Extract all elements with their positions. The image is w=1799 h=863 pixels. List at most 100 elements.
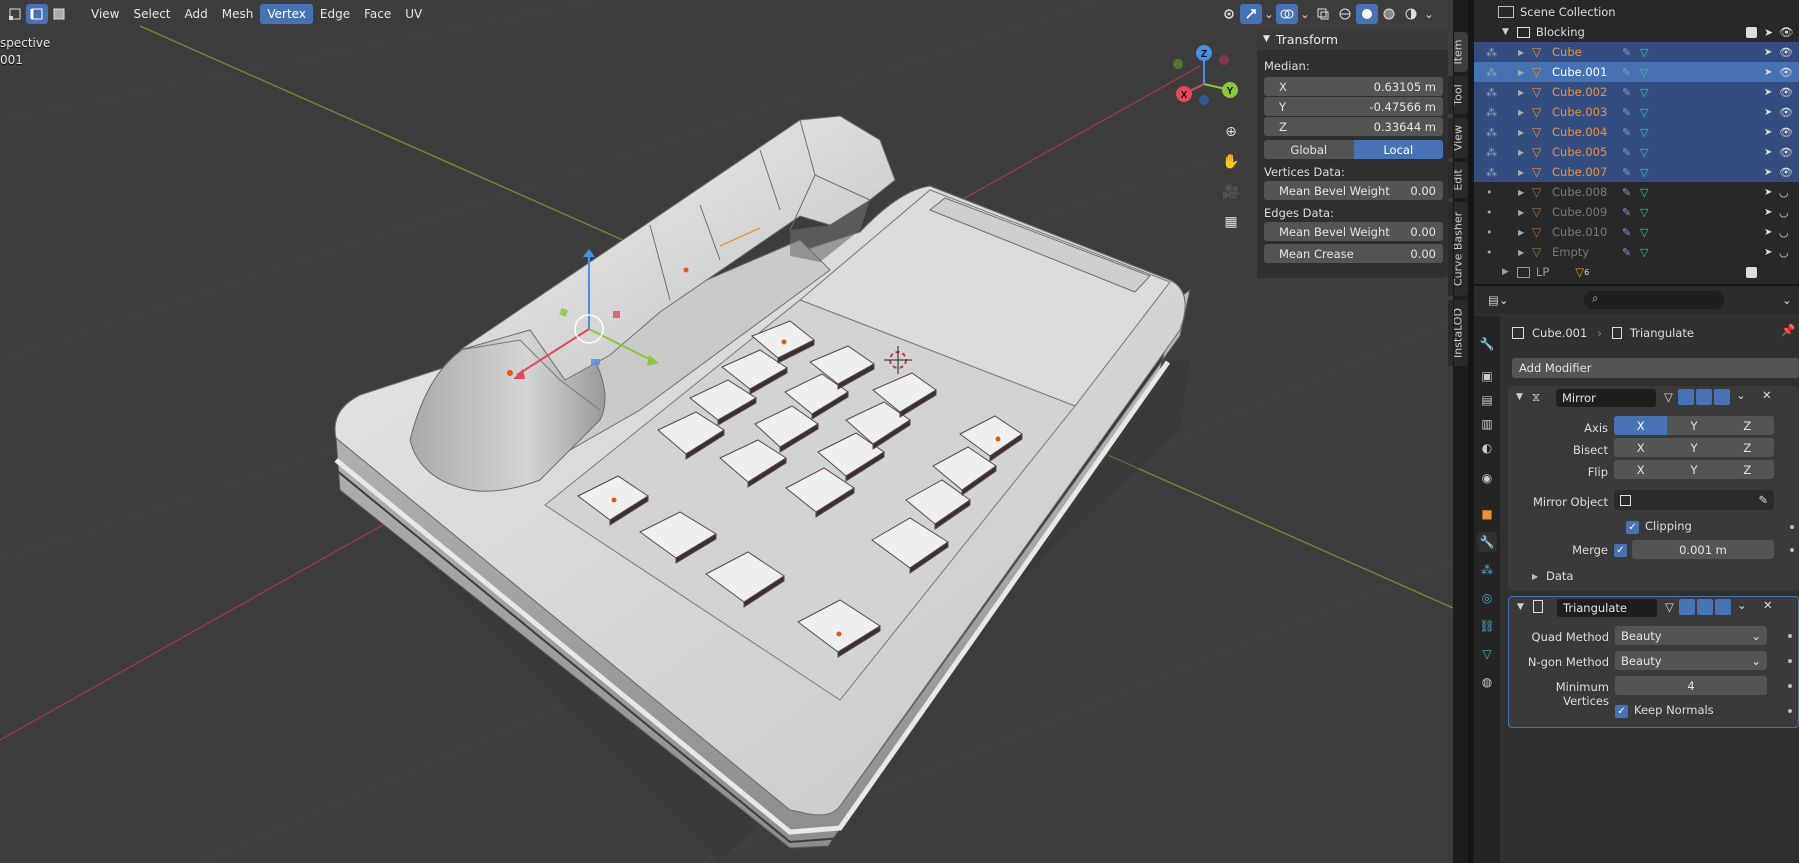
vertex-mean-bevel-weight-field[interactable]: Mean Bevel Weight 0.00 (1264, 181, 1443, 200)
area-divider[interactable] (1474, 284, 1799, 286)
material-icon[interactable]: ◍ (1477, 672, 1497, 692)
axis-x-toggle[interactable]: X (1614, 416, 1668, 435)
scene-icon[interactable]: ◐ (1477, 438, 1497, 458)
merge-checkbox[interactable]: ✓ (1614, 544, 1627, 557)
outliner-item[interactable]: ⁂ ▶ ▽ Cube ✎ ▽ ➤ 👁 (1474, 42, 1799, 62)
vertex-group-icon[interactable]: ⁂ (1486, 46, 1497, 59)
outliner-item[interactable]: ⁂ ▶ ▽ Cube.002 ✎ ▽ ➤ 👁 (1474, 82, 1799, 102)
vertex-group-icon[interactable]: ⁂ (1486, 106, 1497, 119)
gizmo-dropdown-icon[interactable]: ⌄ (1262, 4, 1276, 24)
physics-icon[interactable]: ◎ (1477, 588, 1497, 608)
outliner-item[interactable]: ⁂ ▶ ▽ Cube.003 ✎ ▽ ➤ 👁 (1474, 102, 1799, 122)
collection-lp-row[interactable]: ▶ LP ▽ 6 (1474, 262, 1799, 282)
median-z-field[interactable]: Z 0.33644 m (1264, 117, 1443, 136)
add-modifier-button[interactable]: Add Modifier (1512, 358, 1799, 378)
modifier-wrench-icon[interactable]: 🔧 (1477, 532, 1497, 552)
menu-edge[interactable]: Edge (313, 4, 357, 24)
quad-method-select[interactable]: Beauty ⌄ (1615, 626, 1767, 645)
visibility-eye-icon[interactable]: 👁 (1779, 86, 1793, 99)
menu-uv[interactable]: UV (398, 4, 429, 24)
mirror-object-field[interactable]: ✎ (1614, 490, 1774, 510)
object-icon[interactable]: ■ (1477, 504, 1497, 524)
zoom-icon[interactable]: ⊕ (1218, 119, 1244, 145)
vertex-group-icon[interactable]: • (1486, 186, 1493, 199)
outliner-item[interactable]: • ▶ ▽ Empty ✎ ▽ ➤ ◡ (1474, 242, 1799, 262)
triangulate-name-input[interactable]: Triangulate (1557, 599, 1657, 617)
median-y-field[interactable]: Y -0.47566 m (1264, 97, 1443, 116)
render-icon[interactable]: ▣ (1477, 366, 1497, 386)
rendered-shading-icon[interactable] (1400, 4, 1422, 24)
global-space-button[interactable]: Global (1264, 140, 1354, 159)
render-toggle-icon[interactable] (1714, 389, 1730, 405)
vertex-group-icon[interactable]: • (1486, 226, 1493, 239)
vertex-group-icon[interactable]: ⁂ (1486, 66, 1497, 79)
area-divider[interactable] (1453, 0, 1454, 863)
remove-modifier-icon[interactable]: ✕ (1763, 598, 1773, 612)
axis-z-toggle[interactable]: Z (1720, 416, 1774, 435)
modifier-menu-dropdown-icon[interactable]: ⌄ (1736, 388, 1746, 402)
edit-mode-cage-icon[interactable]: ▽ (1665, 600, 1674, 614)
collapse-arrow-icon[interactable]: ▼ (1516, 392, 1523, 402)
keyframe-dot[interactable] (1788, 709, 1792, 713)
keyframe-dot[interactable] (1790, 525, 1794, 529)
visibility-eye-icon[interactable]: 👁 (1779, 166, 1793, 179)
minimum-vertices-field[interactable]: 4 (1615, 676, 1767, 695)
edge-select-mode-icon[interactable] (26, 4, 48, 24)
keyframe-dot[interactable] (1788, 684, 1792, 688)
vertex-select-mode-icon[interactable] (4, 4, 26, 24)
tool-icon[interactable]: 🔧 (1477, 334, 1497, 354)
median-x-field[interactable]: X 0.63105 m (1264, 77, 1443, 96)
vertex-group-icon[interactable]: ⁂ (1486, 146, 1497, 159)
on-cage-toggle-icon[interactable] (1678, 389, 1694, 405)
keyframe-dot[interactable] (1790, 548, 1794, 552)
outliner-item[interactable]: • ▶ ▽ Cube.009 ✎ ▽ ➤ ◡ (1474, 202, 1799, 222)
edge-mean-crease-field[interactable]: Mean Crease 0.00 (1264, 244, 1443, 263)
bisect-y-toggle[interactable]: Y (1667, 438, 1721, 457)
vertex-group-icon[interactable]: ⁂ (1486, 86, 1497, 99)
vertex-group-icon[interactable]: • (1486, 206, 1493, 219)
object-data-icon[interactable]: ▽ (1477, 644, 1497, 664)
flip-y-toggle[interactable]: Y (1667, 460, 1721, 479)
pin-icon[interactable]: 📌 (1781, 323, 1795, 337)
material-shading-icon[interactable] (1378, 4, 1400, 24)
edge-mean-bevel-weight-field[interactable]: Mean Bevel Weight 0.00 (1264, 222, 1443, 241)
visibility-eye-icon[interactable]: 👁 (1779, 66, 1793, 79)
outliner-item[interactable]: ⁂ ▶ ▽ Cube.004 ✎ ▽ ➤ 👁 (1474, 122, 1799, 142)
expand-arrow-icon[interactable]: ▶ (1518, 248, 1524, 257)
select-arrow-icon[interactable]: ➤ (1764, 247, 1772, 258)
menu-mesh[interactable]: Mesh (215, 4, 261, 24)
tab-instalod[interactable]: InstaLOD (1448, 300, 1468, 366)
face-select-mode-icon[interactable] (48, 4, 70, 24)
expand-arrow-icon[interactable]: ▶ (1532, 572, 1538, 581)
properties-search-input[interactable]: ⌕ (1584, 291, 1724, 309)
particles-icon[interactable]: ⁂ (1477, 560, 1497, 580)
3d-viewport[interactable]: Z Y X spective 001 View Select Add Mesh … (0, 0, 1453, 863)
edit-mode-cage-icon[interactable]: ▽ (1664, 390, 1673, 404)
vertex-group-icon[interactable]: ⁂ (1486, 126, 1497, 139)
ngon-method-select[interactable]: Beauty ⌄ (1615, 651, 1767, 670)
on-cage-toggle-icon[interactable] (1679, 599, 1695, 615)
output-icon[interactable]: ▤ (1477, 390, 1497, 410)
outliner-item[interactable]: • ▶ ▽ Cube.010 ✎ ▽ ➤ ◡ (1474, 222, 1799, 242)
collapse-arrow-icon[interactable]: ▼ (1517, 602, 1524, 612)
visibility-eye-icon[interactable]: ◡ (1779, 206, 1789, 219)
menu-add[interactable]: Add (178, 4, 215, 24)
select-arrow-icon[interactable]: ➤ (1764, 187, 1772, 198)
flip-z-toggle[interactable]: Z (1720, 460, 1774, 479)
editor-type-icon[interactable]: ▤⌄ (1488, 293, 1509, 307)
exclude-checkbox-icon[interactable] (1746, 266, 1757, 278)
expand-arrow-icon[interactable]: ▶ (1518, 208, 1524, 217)
view-layer-icon[interactable]: ▥ (1477, 414, 1497, 434)
select-arrow-icon[interactable]: ➤ (1764, 107, 1772, 118)
perspective-grid-icon[interactable]: ▦ (1218, 209, 1244, 235)
overlays-dropdown-icon[interactable]: ⌄ (1298, 4, 1312, 24)
solid-shading-icon[interactable] (1356, 4, 1378, 24)
menu-select[interactable]: Select (126, 4, 177, 24)
tab-tool[interactable]: Tool (1448, 76, 1468, 114)
camera-view-icon[interactable]: 🎥 (1218, 179, 1244, 205)
outliner-item[interactable]: ⁂ ▶ ▽ Cube.007 ✎ ▽ ➤ 👁 (1474, 162, 1799, 182)
remove-modifier-icon[interactable]: ✕ (1762, 388, 1772, 402)
visibility-eye-icon[interactable]: 👁 (1779, 146, 1793, 159)
expand-arrow-icon[interactable]: ▶ (1518, 108, 1524, 117)
select-arrow-icon[interactable]: ➤ (1764, 87, 1772, 98)
